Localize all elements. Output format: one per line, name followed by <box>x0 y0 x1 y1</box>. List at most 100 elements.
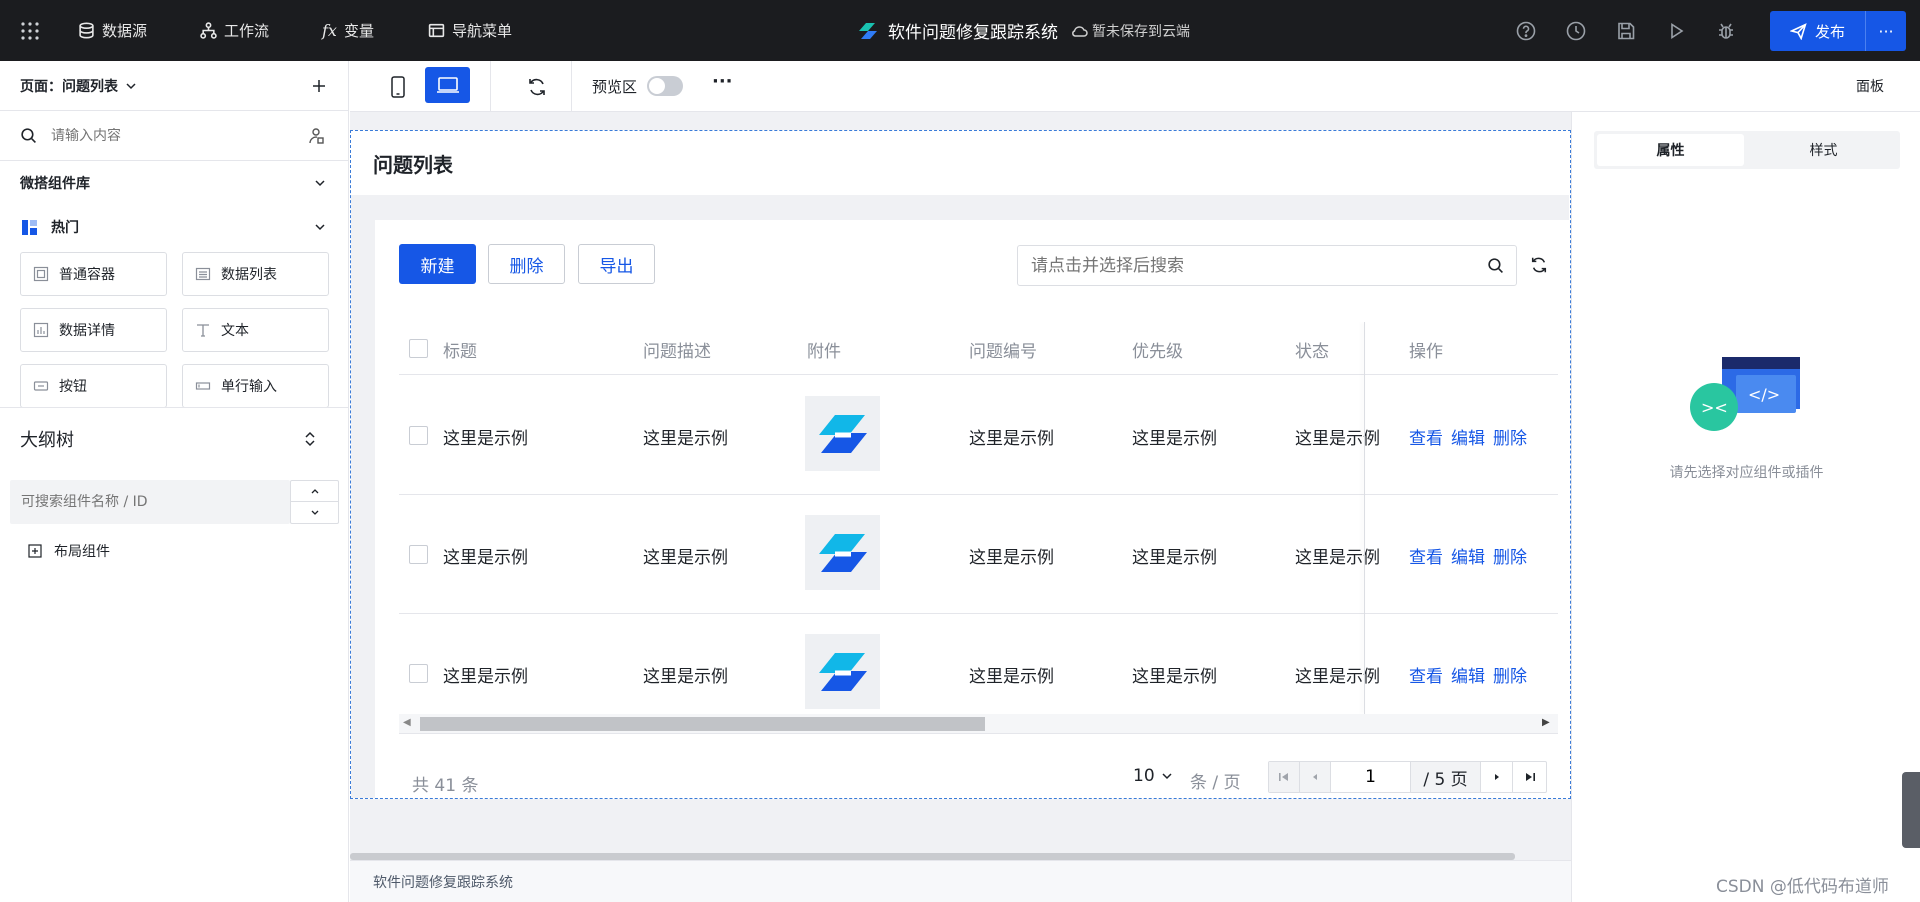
nav-menu[interactable]: 导航菜单 <box>428 0 512 61</box>
table-search-input[interactable] <box>1031 255 1471 276</box>
refresh-button[interactable] <box>517 67 557 107</box>
panel-toggle-button[interactable]: 面板 <box>1856 76 1884 96</box>
component-manage-icon[interactable] <box>307 127 325 145</box>
tab-properties[interactable]: 属性 <box>1597 134 1744 166</box>
attachment-thumbnail[interactable] <box>805 634 880 709</box>
side-handle[interactable] <box>1902 772 1920 848</box>
nav-workflow-label: 工作流 <box>224 22 270 40</box>
delete-button[interactable]: 删除 <box>488 244 565 284</box>
next-page-button[interactable] <box>1481 762 1513 792</box>
outline-node-layout[interactable]: 布局组件 <box>0 537 349 565</box>
laptop-icon <box>436 77 459 93</box>
refresh-icon <box>529 78 545 96</box>
first-page-button[interactable] <box>1269 762 1300 792</box>
tab-styles[interactable]: 样式 <box>1750 134 1897 166</box>
attachment-thumbnail[interactable] <box>805 515 880 590</box>
watermark: CSDN @低代码布道师 <box>1716 877 1889 897</box>
row-checkbox[interactable] <box>409 545 428 564</box>
table-row: 这里是示例 这里是示例 这里是示例 这里是示例 这里是示例 查看 编辑 删除 <box>399 376 1558 495</box>
search-icon[interactable] <box>1487 257 1504 274</box>
select-all-checkbox[interactable] <box>409 339 428 358</box>
step-down-button[interactable] <box>291 502 338 523</box>
mobile-view-button[interactable] <box>378 67 418 107</box>
last-page-button[interactable] <box>1513 762 1546 792</box>
component-data-detail[interactable]: 数据详情 <box>20 308 167 352</box>
new-button[interactable]: 新建 <box>399 244 476 284</box>
collapse-toggle-icon[interactable] <box>303 430 317 448</box>
expand-node-icon[interactable] <box>28 544 42 558</box>
history-icon[interactable] <box>1565 20 1587 42</box>
view-link[interactable]: 查看 <box>1409 662 1443 687</box>
add-page-icon[interactable] <box>311 78 327 94</box>
canvas-scrollbar[interactable] <box>350 853 1515 860</box>
component-text[interactable]: 文本 <box>182 308 329 352</box>
divider <box>571 61 572 111</box>
cell-title: 这里是示例 <box>443 667 528 687</box>
component-search-input[interactable] <box>51 127 291 144</box>
edit-link[interactable]: 编辑 <box>1451 543 1485 568</box>
delete-link[interactable]: 删除 <box>1493 543 1527 568</box>
component-container[interactable]: 普通容器 <box>20 252 167 296</box>
column-header-status: 状态 <box>1295 342 1329 362</box>
publish-button[interactable]: 发布 <box>1770 11 1866 51</box>
horizontal-scrollbar[interactable]: ◀ ▶ <box>399 714 1558 734</box>
edit-link[interactable]: 编辑 <box>1451 424 1485 449</box>
component-single-input[interactable]: 单行输入 <box>182 364 329 408</box>
save-icon[interactable] <box>1615 20 1637 42</box>
button-icon <box>33 381 49 391</box>
cloud-icon <box>1072 25 1088 37</box>
column-header-desc: 问题描述 <box>643 342 711 362</box>
help-icon[interactable] <box>1515 20 1537 42</box>
scroll-left-icon[interactable]: ◀ <box>403 717 411 728</box>
publish-more-button[interactable]: ··· <box>1866 22 1906 41</box>
chevron-down-icon <box>126 82 136 89</box>
table-row: 这里是示例 这里是示例 这里是示例 这里是示例 这里是示例 查看 编辑 删除 <box>399 614 1558 714</box>
page-size-select[interactable]: 10 <box>1133 766 1173 786</box>
apps-grid-button[interactable] <box>20 0 40 61</box>
toolbar-more-button[interactable]: ··· <box>712 71 733 92</box>
step-up-button[interactable] <box>291 481 338 502</box>
debug-icon[interactable] <box>1715 20 1737 42</box>
scroll-right-icon[interactable]: ▶ <box>1542 717 1550 728</box>
page-selector[interactable]: 页面：问题列表 <box>0 61 349 111</box>
row-checkbox[interactable] <box>409 664 428 683</box>
export-button[interactable]: 导出 <box>578 244 655 284</box>
preview-toggle[interactable] <box>647 76 683 96</box>
edit-link[interactable]: 编辑 <box>1451 662 1485 687</box>
attachment-thumbnail[interactable] <box>805 396 880 471</box>
library-header[interactable]: 微搭组件库 <box>0 161 349 205</box>
cell-code: 这里是示例 <box>969 548 1054 568</box>
selected-page-frame[interactable]: 问题列表 新建 删除 导出 标题 问题描述 附件 问题编号 优先级 状态 <box>350 130 1571 799</box>
table-row: 这里是示例 这里是示例 这里是示例 这里是示例 这里是示例 查看 编辑 删除 <box>399 495 1558 614</box>
row-actions: 查看 编辑 删除 <box>1409 662 1535 687</box>
chevron-up-icon <box>311 489 318 494</box>
canvas-toolbar: 预览区 ··· 面板 <box>350 61 1920 112</box>
current-page-input[interactable] <box>1331 762 1411 792</box>
data-detail-icon <box>33 322 49 338</box>
outline-search <box>10 480 290 524</box>
workflow-icon <box>200 22 217 39</box>
nav-workflow[interactable]: 工作流 <box>200 0 269 61</box>
delete-link[interactable]: 删除 <box>1493 662 1527 687</box>
preview-label: 预览区 <box>592 78 638 96</box>
nav-variables[interactable]: fx 变量 <box>322 0 374 61</box>
svg-text:><: >< <box>1701 398 1728 417</box>
outline-search-input[interactable] <box>21 494 281 510</box>
nav-datasource[interactable]: 数据源 <box>78 0 147 61</box>
prev-page-button[interactable] <box>1300 762 1331 792</box>
hot-group-header[interactable]: 热门 <box>0 205 349 249</box>
component-button[interactable]: 按钮 <box>20 364 167 408</box>
scrollbar-thumb[interactable] <box>420 717 985 731</box>
run-icon[interactable] <box>1665 20 1687 42</box>
refresh-icon[interactable] <box>1530 256 1548 274</box>
mobile-icon <box>391 76 405 98</box>
view-link[interactable]: 查看 <box>1409 543 1443 568</box>
delete-link[interactable]: 删除 <box>1493 424 1527 449</box>
row-checkbox[interactable] <box>409 426 428 445</box>
cell-code: 这里是示例 <box>969 667 1054 687</box>
chevron-down-icon <box>315 224 325 231</box>
component-data-list[interactable]: 数据列表 <box>182 252 329 296</box>
desktop-view-button[interactable] <box>425 67 470 103</box>
view-link[interactable]: 查看 <box>1409 424 1443 449</box>
toggle-knob <box>649 78 665 94</box>
